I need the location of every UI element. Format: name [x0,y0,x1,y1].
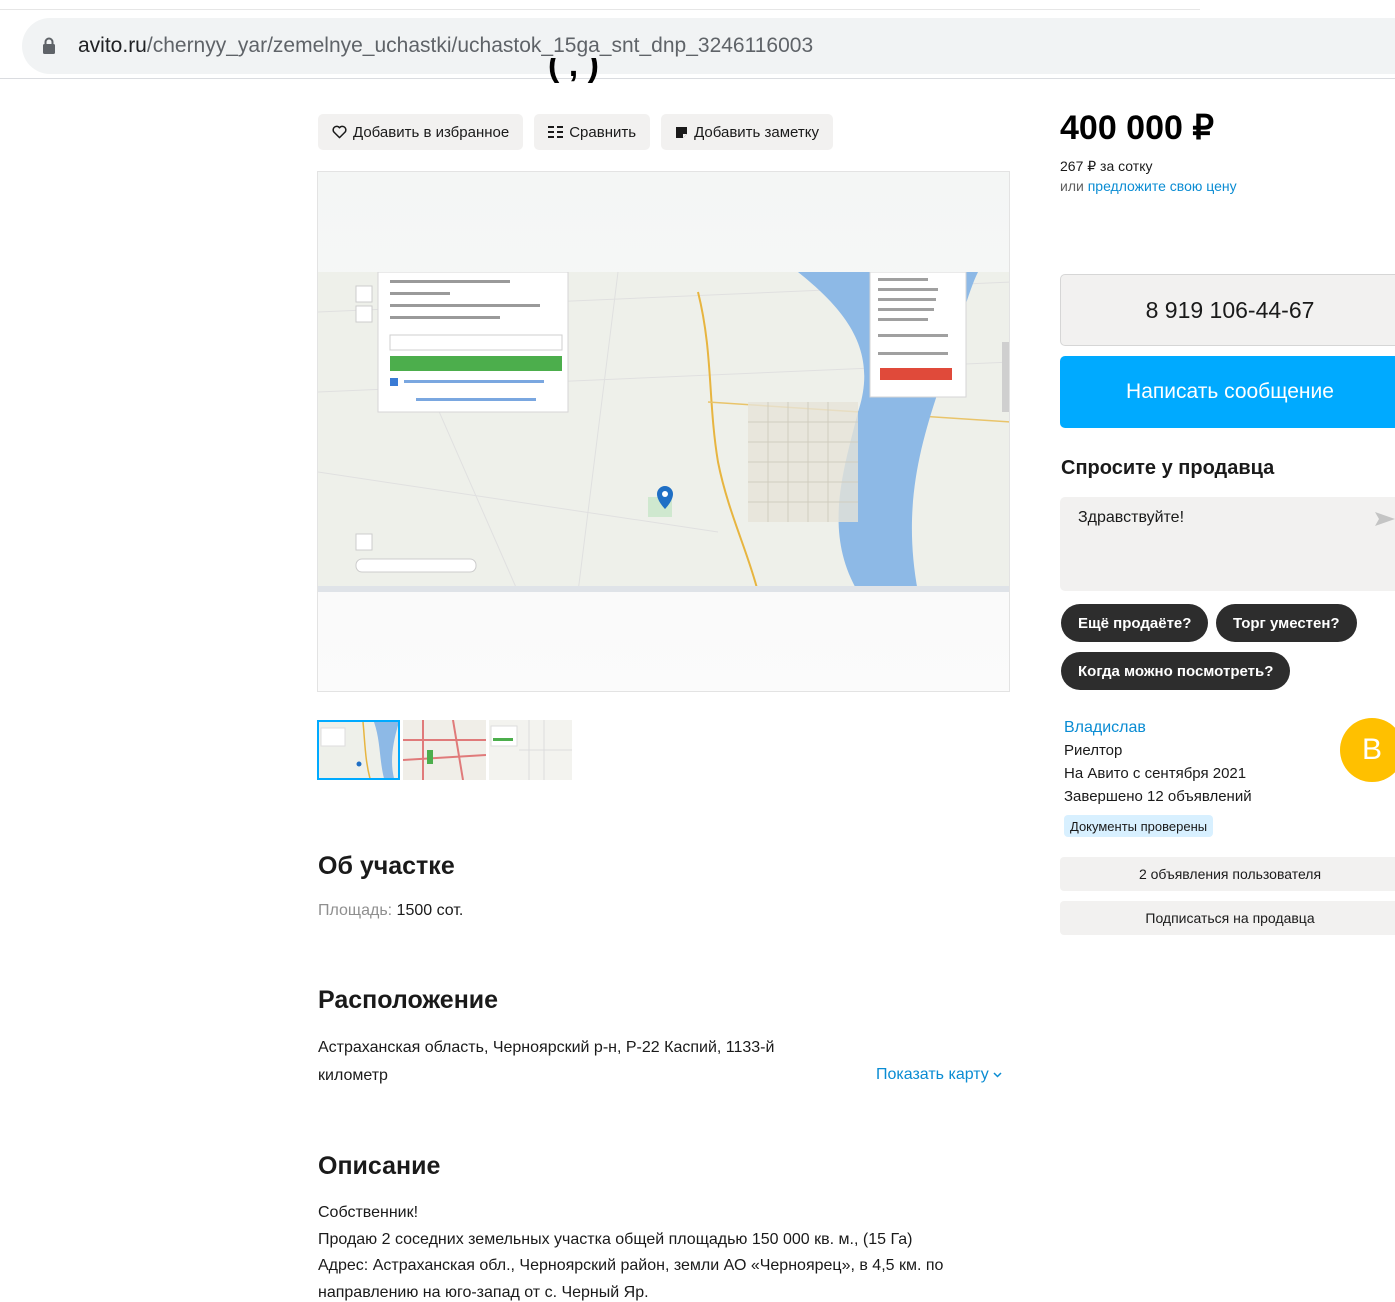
seller-completed: Завершено 12 объявлений [1064,788,1252,805]
quick-question-chip[interactable]: Ещё продаёте? [1061,604,1209,642]
show-phone-button[interactable]: 8 919 106-44-67 [1060,274,1395,346]
map-screenshot-image [318,272,1009,592]
add-note-label: Добавить заметку [694,123,819,141]
area-param: Площадь: 1500 сот. [318,902,463,920]
area-value: 1500 сот. [396,902,464,919]
subscribe-seller-button[interactable]: Подписаться на продавца [1060,901,1395,935]
show-map-label: Показать карту [876,1066,989,1083]
thumbnail[interactable] [403,720,486,780]
address-text: Астраханская область, Черноярский р-н, Р… [318,1039,775,1084]
chip-label: Когда можно посмотреть? [1078,662,1274,680]
chip-label: Торг уместен? [1233,614,1340,632]
send-icon[interactable] [1374,511,1395,527]
offer-price-link[interactable]: предложите свою цену [1088,178,1237,194]
description-line: Адрес: Астраханская обл., Черноярский ра… [318,1257,944,1274]
url-path: /chernyy_yar/zemelnye_uchastki/uchastok_… [146,34,814,57]
seller-since: На Авито с сентября 2021 [1064,765,1247,782]
price-per-unit: 267 ₽ за сотку [1060,158,1153,174]
seller-ads-label: 2 объявления пользователя [1138,866,1322,882]
page-title-clipped: ( , ) [318,58,798,88]
lock-icon [42,37,56,55]
ask-seller-text: Здравствуйте! [1078,509,1185,526]
documents-verified-badge: Документы проверены [1064,815,1214,837]
ask-seller-input[interactable]: Здравствуйте! [1060,497,1395,591]
thumbnail-image [403,720,486,780]
add-note-button[interactable]: Добавить заметку [661,114,833,150]
show-map-link[interactable]: Показать карту [876,1066,1002,1084]
url-text[interactable]: avito.ru/chernyy_yar/zemelnye_uchastki/u… [78,34,813,58]
description-text: Собственник! Продаю 2 соседних земельных… [318,1200,1018,1302]
price: 400 000 ₽ [1060,109,1214,147]
seller-name-link[interactable]: Владислав [1064,719,1146,737]
write-message-button[interactable]: Написать сообщение [1060,356,1395,428]
write-message-label: Написать сообщение [1126,380,1334,403]
description-line: Продаю 2 соседних земельных участка обще… [318,1230,913,1248]
heart-icon [332,125,347,139]
chip-label: Ещё продаёте? [1078,614,1192,632]
thumbnail-image [319,722,398,778]
window-top-line [0,9,1200,10]
add-favorite-label: Добавить в избранное [353,123,510,141]
seller-ads-button[interactable]: 2 объявления пользователя [1060,857,1395,891]
area-label: Площадь: [318,902,393,919]
thumbnail[interactable] [489,720,572,780]
quick-question-chip[interactable]: Торг уместен? [1216,604,1357,642]
thumbnail[interactable] [317,720,400,780]
about-heading: Об участке [318,852,455,880]
ask-seller-heading: Спросите у продавца [1061,457,1275,479]
compare-icon [548,126,564,138]
location-heading: Расположение [318,986,499,1014]
description-line: Собственник! [318,1204,419,1221]
price-offer: или предложите свою цену [1060,178,1237,194]
photo-gallery[interactable] [317,171,1010,692]
add-favorite-button[interactable]: Добавить в избранное [318,114,524,150]
description-heading: Описание [318,1152,441,1180]
subscribe-seller-label: Подписаться на продавца [1145,910,1315,926]
listing-actions: Добавить в избранное Сравнить Добавить з… [318,114,833,150]
thumbnail-strip [317,720,572,780]
thumbnail-image [489,720,572,780]
offer-prefix: или [1060,178,1084,194]
description-line: направлению на юго-запад от с. Черный Яр… [318,1283,649,1301]
seller-role: Риелтор [1064,742,1123,759]
url-host: avito.ru [78,34,147,57]
avatar[interactable]: В [1340,718,1395,782]
compare-button[interactable]: Сравнить [534,114,651,150]
note-icon [676,126,688,138]
page-title-fragment: ( , ) [548,58,599,84]
quick-question-chip[interactable]: Когда можно посмотреть? [1061,652,1291,690]
avatar-letter: В [1361,733,1382,766]
chevron-down-icon [993,1072,1002,1078]
compare-label: Сравнить [569,123,637,141]
phone-number: 8 919 106-44-67 [1145,296,1315,323]
